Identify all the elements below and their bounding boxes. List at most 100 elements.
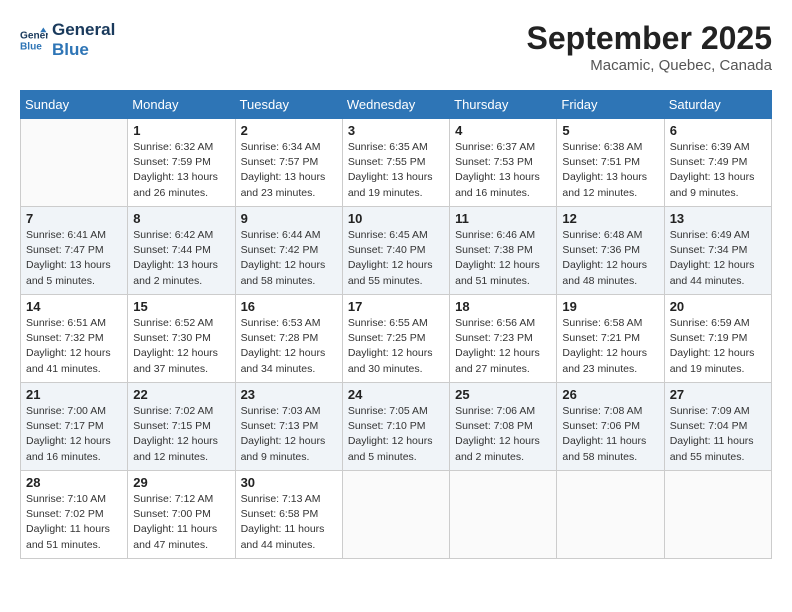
calendar-cell — [557, 471, 664, 559]
calendar-week-5: 28 Sunrise: 7:10 AM Sunset: 7:02 PM Dayli… — [21, 471, 772, 559]
day-info: Sunrise: 7:00 AM Sunset: 7:17 PM Dayligh… — [26, 404, 122, 465]
day-info: Sunrise: 6:48 AM Sunset: 7:36 PM Dayligh… — [562, 228, 658, 289]
calendar-cell: 13 Sunrise: 6:49 AM Sunset: 7:34 PM Dayli… — [664, 207, 771, 295]
calendar-cell — [664, 471, 771, 559]
day-number: 24 — [348, 387, 444, 402]
day-info: Sunrise: 7:05 AM Sunset: 7:10 PM Dayligh… — [348, 404, 444, 465]
day-number: 10 — [348, 211, 444, 226]
day-info: Sunrise: 6:41 AM Sunset: 7:47 PM Dayligh… — [26, 228, 122, 289]
calendar-week-1: 1Sunrise: 6:32 AM Sunset: 7:59 PM Daylig… — [21, 119, 772, 207]
day-number: 14 — [26, 299, 122, 314]
day-info: Sunrise: 6:34 AM Sunset: 7:57 PM Dayligh… — [241, 140, 337, 201]
col-header-friday: Friday — [557, 91, 664, 119]
calendar-cell: 17 Sunrise: 6:55 AM Sunset: 7:25 PM Dayli… — [342, 295, 449, 383]
day-number: 11 — [455, 211, 551, 226]
day-number: 28 — [26, 475, 122, 490]
calendar-header-row: SundayMondayTuesdayWednesdayThursdayFrid… — [21, 91, 772, 119]
calendar-cell: 23 Sunrise: 7:03 AM Sunset: 7:13 PM Dayli… — [235, 383, 342, 471]
day-number: 21 — [26, 387, 122, 402]
day-number: 17 — [348, 299, 444, 314]
calendar-cell — [342, 471, 449, 559]
day-info: Sunrise: 6:38 AM Sunset: 7:51 PM Dayligh… — [562, 140, 658, 201]
calendar-cell: 10 Sunrise: 6:45 AM Sunset: 7:40 PM Dayli… — [342, 207, 449, 295]
calendar-cell: 20 Sunrise: 6:59 AM Sunset: 7:19 PM Dayli… — [664, 295, 771, 383]
calendar-cell: 21 Sunrise: 7:00 AM Sunset: 7:17 PM Dayli… — [21, 383, 128, 471]
day-info: Sunrise: 6:39 AM Sunset: 7:49 PM Dayligh… — [670, 140, 766, 201]
day-number: 4 — [455, 123, 551, 138]
calendar-week-3: 14Sunrise: 6:51 AM Sunset: 7:32 PM Dayli… — [21, 295, 772, 383]
day-number: 3 — [348, 123, 444, 138]
day-number: 13 — [670, 211, 766, 226]
calendar-cell: 19Sunrise: 6:58 AM Sunset: 7:21 PM Dayli… — [557, 295, 664, 383]
calendar-cell: 7 Sunrise: 6:41 AM Sunset: 7:47 PM Daylig… — [21, 207, 128, 295]
logo-icon: General Blue — [20, 26, 48, 54]
calendar-cell — [21, 119, 128, 207]
month-title: September 2025 — [527, 20, 772, 57]
calendar-cell: 5 Sunrise: 6:38 AM Sunset: 7:51 PM Daylig… — [557, 119, 664, 207]
day-number: 15 — [133, 299, 229, 314]
day-info: Sunrise: 6:45 AM Sunset: 7:40 PM Dayligh… — [348, 228, 444, 289]
day-info: Sunrise: 7:10 AM Sunset: 7:02 PM Dayligh… — [26, 492, 122, 553]
day-number: 19 — [562, 299, 658, 314]
day-info: Sunrise: 7:03 AM Sunset: 7:13 PM Dayligh… — [241, 404, 337, 465]
col-header-monday: Monday — [128, 91, 235, 119]
title-block: September 2025 Macamic, Quebec, Canada — [527, 20, 772, 74]
day-number: 12 — [562, 211, 658, 226]
col-header-sunday: Sunday — [21, 91, 128, 119]
day-number: 25 — [455, 387, 551, 402]
day-info: Sunrise: 6:37 AM Sunset: 7:53 PM Dayligh… — [455, 140, 551, 201]
calendar-cell: 29Sunrise: 7:12 AM Sunset: 7:00 PM Dayli… — [128, 471, 235, 559]
day-info: Sunrise: 6:59 AM Sunset: 7:19 PM Dayligh… — [670, 316, 766, 377]
day-info: Sunrise: 7:02 AM Sunset: 7:15 PM Dayligh… — [133, 404, 229, 465]
day-info: Sunrise: 6:53 AM Sunset: 7:28 PM Dayligh… — [241, 316, 337, 377]
calendar-cell: 9 Sunrise: 6:44 AM Sunset: 7:42 PM Daylig… — [235, 207, 342, 295]
day-number: 30 — [241, 475, 337, 490]
day-info: Sunrise: 6:44 AM Sunset: 7:42 PM Dayligh… — [241, 228, 337, 289]
col-header-tuesday: Tuesday — [235, 91, 342, 119]
day-number: 22 — [133, 387, 229, 402]
day-info: Sunrise: 7:08 AM Sunset: 7:06 PM Dayligh… — [562, 404, 658, 465]
day-info: Sunrise: 7:13 AM Sunset: 6:58 PM Dayligh… — [241, 492, 337, 553]
day-info: Sunrise: 7:09 AM Sunset: 7:04 PM Dayligh… — [670, 404, 766, 465]
day-info: Sunrise: 6:46 AM Sunset: 7:38 PM Dayligh… — [455, 228, 551, 289]
calendar-cell — [450, 471, 557, 559]
logo-text-general: General — [52, 20, 115, 40]
day-info: Sunrise: 6:32 AM Sunset: 7:59 PM Dayligh… — [133, 140, 229, 201]
day-number: 5 — [562, 123, 658, 138]
day-info: Sunrise: 6:56 AM Sunset: 7:23 PM Dayligh… — [455, 316, 551, 377]
calendar-cell: 22 Sunrise: 7:02 AM Sunset: 7:15 PM Dayli… — [128, 383, 235, 471]
calendar-cell: 15 Sunrise: 6:52 AM Sunset: 7:30 PM Dayli… — [128, 295, 235, 383]
day-number: 18 — [455, 299, 551, 314]
day-info: Sunrise: 6:49 AM Sunset: 7:34 PM Dayligh… — [670, 228, 766, 289]
calendar-cell: 28 Sunrise: 7:10 AM Sunset: 7:02 PM Dayli… — [21, 471, 128, 559]
calendar-week-2: 7 Sunrise: 6:41 AM Sunset: 7:47 PM Daylig… — [21, 207, 772, 295]
day-number: 6 — [670, 123, 766, 138]
calendar-cell: 27Sunrise: 7:09 AM Sunset: 7:04 PM Dayli… — [664, 383, 771, 471]
col-header-saturday: Saturday — [664, 91, 771, 119]
calendar-table: SundayMondayTuesdayWednesdayThursdayFrid… — [20, 90, 772, 559]
calendar-cell: 11 Sunrise: 6:46 AM Sunset: 7:38 PM Dayli… — [450, 207, 557, 295]
day-number: 7 — [26, 211, 122, 226]
page-header: General Blue General Blue September 2025… — [20, 20, 772, 74]
col-header-thursday: Thursday — [450, 91, 557, 119]
calendar-cell: 25Sunrise: 7:06 AM Sunset: 7:08 PM Dayli… — [450, 383, 557, 471]
day-info: Sunrise: 7:12 AM Sunset: 7:00 PM Dayligh… — [133, 492, 229, 553]
calendar-cell: 6 Sunrise: 6:39 AM Sunset: 7:49 PM Daylig… — [664, 119, 771, 207]
day-info: Sunrise: 6:55 AM Sunset: 7:25 PM Dayligh… — [348, 316, 444, 377]
calendar-cell: 3Sunrise: 6:35 AM Sunset: 7:55 PM Daylig… — [342, 119, 449, 207]
calendar-cell: 8Sunrise: 6:42 AM Sunset: 7:44 PM Daylig… — [128, 207, 235, 295]
calendar-cell: 14Sunrise: 6:51 AM Sunset: 7:32 PM Dayli… — [21, 295, 128, 383]
location-subtitle: Macamic, Quebec, Canada — [527, 57, 772, 74]
day-info: Sunrise: 6:42 AM Sunset: 7:44 PM Dayligh… — [133, 228, 229, 289]
svg-text:Blue: Blue — [20, 42, 42, 53]
day-number: 20 — [670, 299, 766, 314]
calendar-week-4: 21 Sunrise: 7:00 AM Sunset: 7:17 PM Dayli… — [21, 383, 772, 471]
calendar-cell: 30 Sunrise: 7:13 AM Sunset: 6:58 PM Dayli… — [235, 471, 342, 559]
calendar-cell: 4 Sunrise: 6:37 AM Sunset: 7:53 PM Daylig… — [450, 119, 557, 207]
day-number: 9 — [241, 211, 337, 226]
calendar-cell: 18 Sunrise: 6:56 AM Sunset: 7:23 PM Dayli… — [450, 295, 557, 383]
calendar-cell: 24 Sunrise: 7:05 AM Sunset: 7:10 PM Dayli… — [342, 383, 449, 471]
day-number: 23 — [241, 387, 337, 402]
day-number: 2 — [241, 123, 337, 138]
day-info: Sunrise: 6:52 AM Sunset: 7:30 PM Dayligh… — [133, 316, 229, 377]
